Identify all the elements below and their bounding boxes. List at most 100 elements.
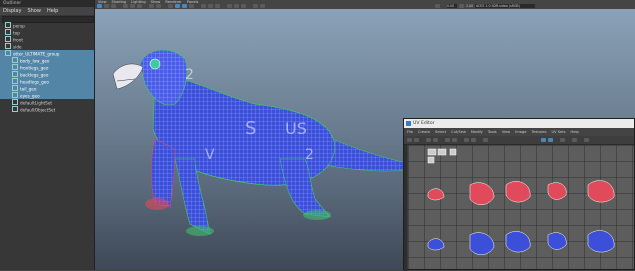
uv-alpha-icon[interactable] [548, 138, 553, 142]
svg-text:V: V [205, 147, 215, 163]
gamma-icon[interactable] [459, 4, 464, 8]
uv-menu-cut-sew[interactable]: Cut/Sew [451, 128, 466, 136]
uv-editor-title: UV Editor [413, 121, 435, 126]
uv-snapshot-icon[interactable] [483, 138, 488, 142]
outliner-item-persp[interactable]: persp [0, 22, 94, 29]
outliner-item-mesh[interactable]: headlegs_geo [0, 78, 94, 85]
outliner-item-mesh[interactable]: frontlegs_geo [0, 64, 94, 71]
uv-menu-file[interactable]: File [407, 128, 413, 136]
outliner-item-set[interactable]: defaultLightSet [0, 99, 94, 106]
uv-image-icon[interactable] [471, 138, 476, 142]
uv-color-icon[interactable] [541, 138, 546, 142]
uv-checker-icon[interactable] [445, 138, 450, 142]
mesh-icon [12, 71, 18, 77]
uv-menu-select[interactable]: Select [435, 128, 446, 136]
uv-canvas[interactable] [408, 145, 634, 269]
outliner-item-group[interactable]: otter_ULTIMATE_group [0, 50, 94, 57]
uv-layout [408, 145, 634, 269]
uv-menu-create[interactable]: Create [418, 128, 430, 136]
exposure-field[interactable]: 0.00 [447, 4, 457, 8]
uv-menu-uv-sets[interactable]: UV Sets [552, 128, 566, 136]
uv-shaded-icon[interactable] [433, 138, 438, 142]
outliner-menu-show[interactable]: Show [27, 7, 41, 15]
smooth-shade-icon[interactable] [175, 4, 180, 8]
xray-joints-icon[interactable] [234, 4, 239, 8]
outliner-item-mesh[interactable]: backlegs_geo [0, 71, 94, 78]
resolution-gate-icon[interactable] [149, 4, 154, 8]
set-icon [12, 106, 18, 112]
uv-editor-menu-bar: File Create Select Cut/Sew Modify Tools … [404, 128, 634, 136]
svg-text:US: US [285, 119, 307, 138]
head-mesh [139, 49, 188, 106]
snout-mesh [112, 63, 144, 90]
uv-menu-help[interactable]: Help [571, 128, 579, 136]
uv-filter-icon[interactable] [560, 138, 565, 142]
set-icon [12, 99, 18, 105]
film-gate-icon[interactable] [137, 4, 142, 8]
shadows-icon[interactable] [208, 4, 213, 8]
maya-logo-icon [406, 121, 411, 126]
gamma-field[interactable]: 1.00 [466, 4, 473, 8]
mesh-icon [12, 78, 18, 84]
wireframe-on-shaded-icon[interactable] [182, 4, 187, 8]
camera-icon [5, 22, 11, 28]
outliner-menu-display[interactable]: Display [3, 7, 21, 15]
ambient-occlusion-icon[interactable] [215, 4, 220, 8]
camera-icon [5, 36, 11, 42]
uv-select-icon[interactable] [407, 138, 412, 142]
outliner-item-mesh[interactable]: eyes_geo [0, 92, 94, 99]
outliner-menu-bar: Display Show Help [0, 7, 94, 15]
uv-menu-tools[interactable]: Tools [488, 128, 497, 136]
isolate-icon[interactable] [241, 4, 246, 8]
front-leg-back-mesh [150, 138, 176, 208]
uv-exposure-icon[interactable] [572, 138, 577, 142]
uv-shell-icon[interactable] [426, 138, 431, 142]
uv-gamma-icon[interactable] [584, 138, 589, 142]
outliner-item-mesh[interactable]: body_low_geo [0, 57, 94, 64]
uv-editor-toolbar [404, 136, 634, 145]
image-plane-icon[interactable] [123, 4, 128, 8]
outliner-item-front[interactable]: front [0, 36, 94, 43]
outliner-item-mesh[interactable]: tail_geo [0, 85, 94, 92]
mesh-icon [12, 64, 18, 70]
xray-icon[interactable] [227, 4, 232, 8]
outliner-title: Outliner [0, 0, 94, 7]
mesh-icon [12, 57, 18, 63]
uv-menu-textures[interactable]: Textures [531, 128, 546, 136]
exposure-icon[interactable] [435, 4, 440, 8]
wireframe-icon[interactable] [168, 4, 173, 8]
grease-pencil-icon[interactable] [260, 4, 265, 8]
uv-menu-view[interactable]: View [502, 128, 511, 136]
svg-text:2: 2 [185, 67, 194, 83]
uv-move-icon[interactable] [414, 138, 419, 142]
svg-text:2: 2 [305, 147, 314, 163]
uv-menu-modify[interactable]: Modify [471, 128, 483, 136]
select-camera-icon[interactable] [97, 4, 102, 8]
uv-distortion-icon[interactable] [452, 138, 457, 142]
uv-menu-image[interactable]: Image [515, 128, 526, 136]
lights-icon[interactable] [201, 4, 206, 8]
outliner-item-set[interactable]: defaultObjectSet [0, 106, 94, 113]
color-space-dropdown[interactable]: ACES 1.0 SDR-video (sRGB) [475, 4, 535, 8]
uv-editor-title-bar[interactable]: UV Editor [404, 119, 634, 128]
svg-text:S: S [245, 118, 256, 139]
lock-camera-icon[interactable] [104, 4, 109, 8]
mesh-icon [12, 85, 18, 91]
outliner-item-side[interactable]: side [0, 43, 94, 50]
gate-mask-icon[interactable] [156, 4, 161, 8]
mesh-icon [12, 92, 18, 98]
outliner-menu-help[interactable]: Help [47, 7, 58, 15]
outliner-item-top[interactable]: top [0, 29, 94, 36]
camera-icon [5, 43, 11, 49]
textured-icon[interactable] [189, 4, 194, 8]
uv-grid-icon[interactable] [464, 138, 469, 142]
eye-mesh [149, 58, 161, 70]
uv-editor-window[interactable]: UV Editor File Create Select Cut/Sew Mod… [403, 118, 635, 271]
outliner-panel: Outliner Display Show Help persp top fro… [0, 0, 95, 270]
camera-icon [5, 29, 11, 35]
camera-attributes-icon[interactable] [253, 4, 258, 8]
uv-editor-side-strip [404, 145, 407, 271]
bookmark-icon[interactable] [111, 4, 116, 8]
grid-icon[interactable] [130, 4, 135, 8]
group-icon [5, 50, 11, 56]
